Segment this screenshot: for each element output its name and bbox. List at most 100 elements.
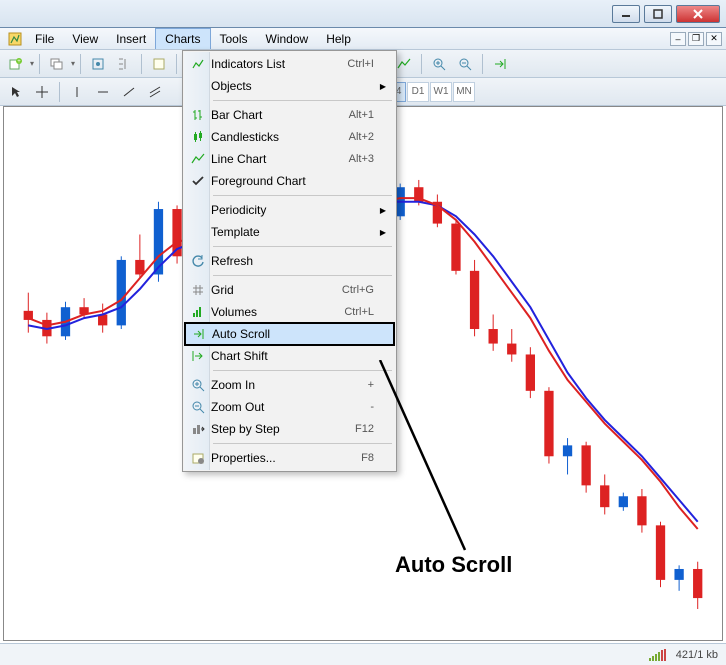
props-icon bbox=[185, 451, 211, 465]
window-minimize-button[interactable] bbox=[612, 5, 640, 23]
profiles-button[interactable] bbox=[45, 53, 69, 75]
menu-item-auto-scroll[interactable]: Auto Scroll bbox=[184, 322, 395, 346]
menu-tools[interactable]: Tools bbox=[211, 28, 257, 49]
menu-item-refresh[interactable]: Refresh bbox=[185, 250, 394, 272]
menu-item-label: Line Chart bbox=[211, 152, 349, 166]
market-watch-button[interactable] bbox=[86, 53, 110, 75]
menu-item-periodicity[interactable]: Periodicity ▶ bbox=[185, 199, 394, 221]
barchart-icon bbox=[185, 108, 211, 122]
menu-item-indicators-list[interactable]: Indicators ListCtrl+I bbox=[185, 53, 394, 75]
menu-item-label: Step by Step bbox=[211, 422, 355, 436]
menu-item-shortcut: Alt+3 bbox=[349, 153, 374, 165]
mdi-controls: – ❐ ✕ bbox=[670, 28, 726, 49]
channel-button[interactable] bbox=[143, 81, 167, 103]
menu-item-shortcut: - bbox=[370, 401, 374, 413]
menu-window[interactable]: Window bbox=[257, 28, 318, 49]
menu-item-label: Bar Chart bbox=[211, 108, 349, 122]
menu-item-grid[interactable]: GridCtrl+G bbox=[185, 279, 394, 301]
zoomout-toolbar-button[interactable] bbox=[453, 53, 477, 75]
linechart-icon bbox=[185, 152, 211, 166]
menu-view[interactable]: View bbox=[63, 28, 107, 49]
menu-item-shortcut: Ctrl+I bbox=[347, 58, 374, 70]
navigator-button[interactable] bbox=[112, 53, 136, 75]
menu-item-shortcut: + bbox=[368, 379, 374, 391]
menu-item-label: Candlesticks bbox=[211, 130, 349, 144]
menu-item-volumes[interactable]: VolumesCtrl+L bbox=[185, 301, 394, 323]
timeframe-w1[interactable]: W1 bbox=[430, 82, 452, 102]
cursor-button[interactable] bbox=[4, 81, 28, 103]
autoscroll-toolbar-button[interactable] bbox=[488, 53, 512, 75]
connection-signal-icon bbox=[649, 649, 666, 661]
window-close-button[interactable] bbox=[676, 5, 720, 23]
timeframe-mn[interactable]: MN bbox=[453, 82, 475, 102]
submenu-arrow-icon: ▶ bbox=[380, 228, 386, 237]
refresh-icon bbox=[185, 254, 211, 268]
menu-item-label: Chart Shift bbox=[211, 349, 374, 363]
traffic-label: 421/1 kb bbox=[676, 649, 718, 661]
menu-item-label: Foreground Chart bbox=[211, 174, 374, 188]
candles-icon bbox=[185, 130, 211, 144]
menu-item-line-chart[interactable]: Line ChartAlt+3 bbox=[185, 148, 394, 170]
mdi-restore-button[interactable]: ❐ bbox=[688, 32, 704, 46]
window-maximize-button[interactable] bbox=[644, 5, 672, 23]
menu-item-bar-chart[interactable]: Bar ChartAlt+1 bbox=[185, 104, 394, 126]
indicators-icon bbox=[185, 57, 211, 71]
menu-item-label: Periodicity bbox=[211, 203, 374, 217]
mdi-minimize-button[interactable]: – bbox=[670, 32, 686, 46]
new-chart-button[interactable]: + bbox=[4, 53, 28, 75]
mdi-close-button[interactable]: ✕ bbox=[706, 32, 722, 46]
crosshair-button[interactable] bbox=[30, 81, 54, 103]
menu-item-shortcut: Ctrl+L bbox=[344, 306, 374, 318]
timeframe-d1[interactable]: D1 bbox=[407, 82, 429, 102]
grid-icon bbox=[185, 283, 211, 297]
volumes-icon bbox=[185, 305, 211, 319]
menu-item-zoom-in[interactable]: Zoom In+ bbox=[185, 374, 394, 396]
annotation-label: Auto Scroll bbox=[395, 552, 512, 578]
menu-item-template[interactable]: Template ▶ bbox=[185, 221, 394, 243]
statusbar: 421/1 kb bbox=[0, 643, 726, 665]
menu-item-label: Zoom Out bbox=[211, 400, 370, 414]
menu-file[interactable]: File bbox=[26, 28, 63, 49]
menu-item-shortcut: Ctrl+G bbox=[342, 284, 374, 296]
zoomin-icon bbox=[185, 378, 211, 392]
menu-item-shortcut: F12 bbox=[355, 423, 374, 435]
menu-item-objects[interactable]: Objects ▶ bbox=[185, 75, 394, 97]
menu-item-label: Objects bbox=[211, 79, 374, 93]
zoomout-icon bbox=[185, 400, 211, 414]
hline-button[interactable] bbox=[91, 81, 115, 103]
menu-item-foreground-chart[interactable]: Foreground Chart bbox=[185, 170, 394, 192]
submenu-arrow-icon: ▶ bbox=[380, 82, 386, 91]
zoomin-toolbar-button[interactable] bbox=[427, 53, 451, 75]
menu-item-candlesticks[interactable]: CandlesticksAlt+2 bbox=[185, 126, 394, 148]
menu-item-label: Zoom In bbox=[211, 378, 368, 392]
menu-item-label: Refresh bbox=[211, 254, 374, 268]
step-icon bbox=[185, 422, 211, 436]
vline-button[interactable] bbox=[65, 81, 89, 103]
check-icon bbox=[185, 174, 211, 188]
app-icon bbox=[4, 28, 26, 49]
menu-insert[interactable]: Insert bbox=[107, 28, 155, 49]
menu-item-label: Grid bbox=[211, 283, 342, 297]
menu-item-properties[interactable]: Properties...F8 bbox=[185, 447, 394, 469]
menu-item-label: Indicators List bbox=[211, 57, 347, 71]
menubar: FileViewInsertChartsToolsWindowHelp – ❐ … bbox=[0, 28, 726, 50]
menu-item-label: Template bbox=[211, 225, 374, 239]
menu-item-shortcut: Alt+2 bbox=[349, 131, 374, 143]
submenu-arrow-icon: ▶ bbox=[380, 206, 386, 215]
charts-menu-dropdown: Indicators ListCtrl+IObjects▶Bar ChartAl… bbox=[182, 50, 397, 472]
menu-item-zoom-out[interactable]: Zoom Out- bbox=[185, 396, 394, 418]
menu-item-shortcut: F8 bbox=[361, 452, 374, 464]
menu-item-label: Properties... bbox=[211, 451, 361, 465]
chartshift-icon bbox=[185, 349, 211, 363]
menu-charts[interactable]: Charts bbox=[155, 28, 210, 49]
menu-item-shortcut: Alt+1 bbox=[349, 109, 374, 121]
new-order-button[interactable] bbox=[147, 53, 171, 75]
menu-item-step-by-step[interactable]: Step by StepF12 bbox=[185, 418, 394, 440]
svg-text:+: + bbox=[17, 59, 21, 65]
trendline-button[interactable] bbox=[117, 81, 141, 103]
autoscroll-icon bbox=[186, 327, 212, 341]
menu-item-chart-shift[interactable]: Chart Shift bbox=[185, 345, 394, 367]
menu-item-label: Auto Scroll bbox=[212, 327, 373, 341]
menu-help[interactable]: Help bbox=[317, 28, 360, 49]
menu-item-label: Volumes bbox=[211, 305, 344, 319]
